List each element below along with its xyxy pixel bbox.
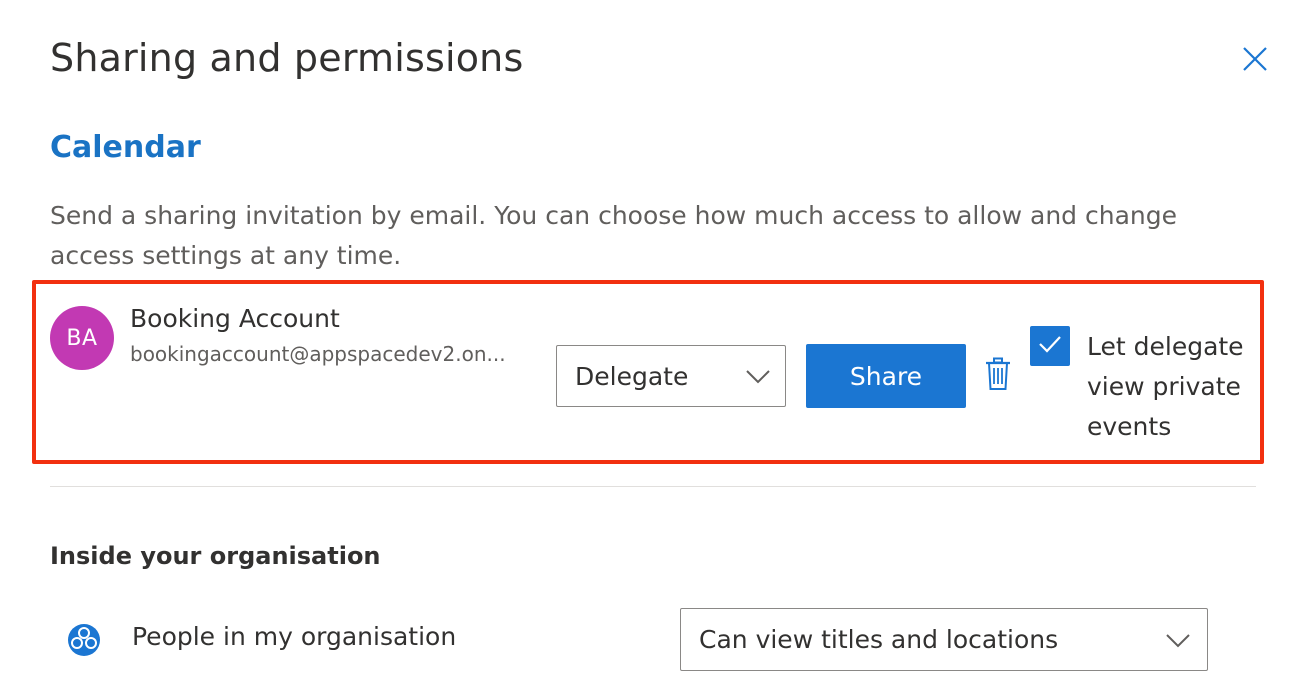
private-events-checkbox[interactable]: [1030, 326, 1070, 366]
avatar: BA: [50, 306, 114, 370]
checkmark-icon: [1037, 333, 1063, 359]
section-divider: [50, 486, 1256, 487]
organisation-permission-dropdown[interactable]: Can view titles and locations: [680, 608, 1208, 671]
share-button-label: Share: [849, 361, 923, 391]
people-in-organisation-label: People in my organisation: [132, 622, 457, 651]
sharing-description: Send a sharing invitation by email. You …: [50, 201, 1178, 270]
permission-role-dropdown[interactable]: Delegate: [556, 345, 786, 407]
organisation-heading: Inside your organisation: [50, 542, 381, 570]
organisation-permission-value: Can view titles and locations: [699, 625, 1059, 654]
permission-role-value: Delegate: [575, 361, 689, 391]
private-events-checkbox-label[interactable]: Let delegate view private events: [1087, 327, 1257, 447]
delete-button[interactable]: [982, 357, 1014, 395]
invitee-name: Booking Account: [130, 304, 340, 333]
people-group-icon: [66, 622, 102, 658]
sharing-dialog: Sharing and permissions Calendar Send a …: [0, 0, 1306, 688]
chevron-down-icon: [745, 364, 771, 394]
avatar-initials: BA: [66, 325, 98, 351]
section-title-calendar: Calendar: [50, 130, 201, 165]
close-icon: [1240, 44, 1270, 78]
invitee-email: bookingaccount@appspacedev2.on...: [130, 342, 506, 366]
close-button[interactable]: [1238, 44, 1272, 78]
trash-icon: [985, 357, 1011, 395]
share-button[interactable]: Share: [806, 344, 966, 408]
chevron-down-icon: [1165, 628, 1191, 658]
dialog-title: Sharing and permissions: [50, 36, 524, 80]
